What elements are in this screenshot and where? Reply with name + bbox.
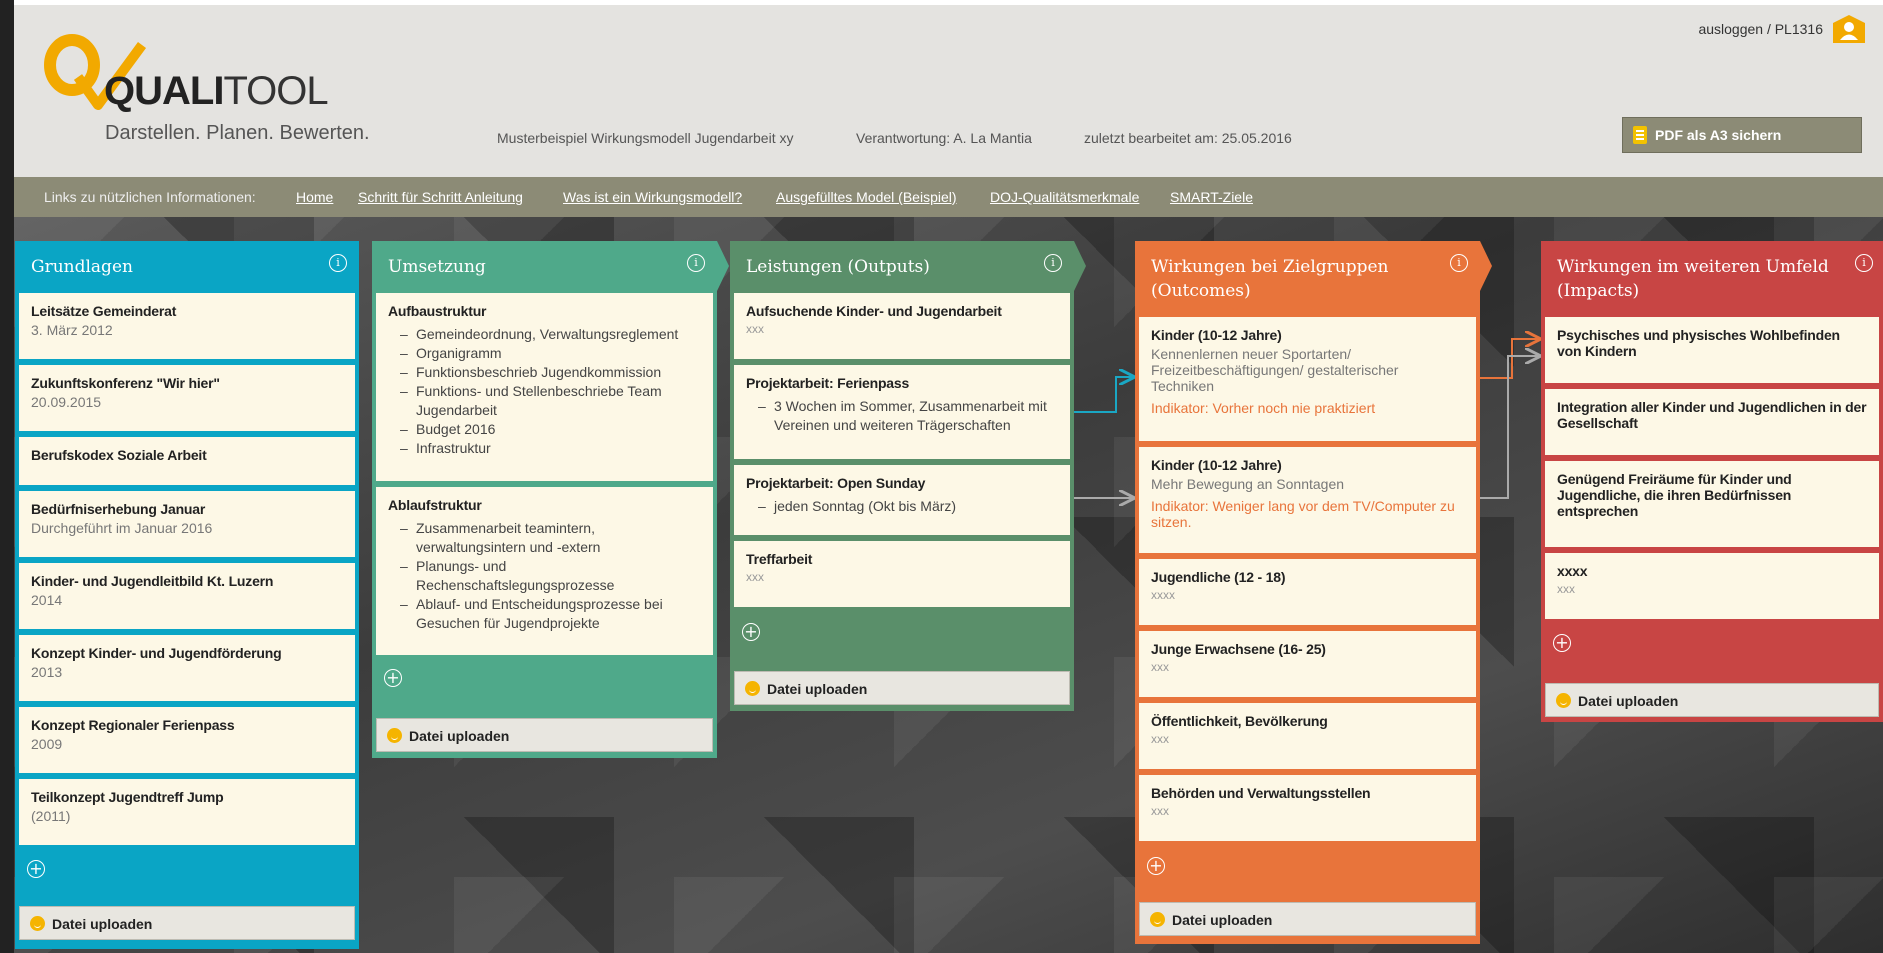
column-title: Grundlagen xyxy=(31,257,133,277)
column-impacts: Wirkungen im weiteren Umfeld (Impacts) i … xyxy=(1541,241,1883,722)
card[interactable]: Psychisches und physisches Wohlbefinden … xyxy=(1545,317,1879,383)
card[interactable]: Öffentlichkeit, Bevölkerung xxx xyxy=(1139,703,1476,769)
column-outcomes: Wirkungen bei Zielgruppen (Outcomes) i Ki… xyxy=(1135,241,1480,944)
card[interactable]: Aufsuchende Kinder- und Jugendarbeit xxx xyxy=(734,293,1070,359)
card[interactable]: Aufbaustruktur Gemeindeordnung, Verwaltu… xyxy=(376,293,713,481)
column-title: Wirkungen bei Zielgruppen (Outcomes) xyxy=(1151,257,1389,301)
info-icon[interactable]: i xyxy=(1450,254,1468,272)
left-edge-strip xyxy=(0,0,14,953)
card[interactable]: Ablaufstruktur Zusammenarbeit teamintern… xyxy=(376,487,713,655)
column-title: Leistungen (Outputs) xyxy=(746,257,930,277)
upload-button[interactable]: Datei uploaden xyxy=(1139,902,1476,936)
column-arrow-tip xyxy=(1074,241,1086,291)
link-anleitung[interactable]: Schritt für Schritt Anleitung xyxy=(358,189,523,205)
last-edited: zuletzt bearbeitet am: 25.05.2016 xyxy=(1084,130,1292,146)
column-title: Wirkungen im weiteren Umfeld (Impacts) xyxy=(1557,257,1829,301)
card[interactable]: Junge Erwachsene (16- 25) xxx xyxy=(1139,631,1476,697)
add-card-icon[interactable]: + xyxy=(384,669,402,687)
card[interactable]: Behörden und Verwaltungsstellen xxx xyxy=(1139,775,1476,841)
column-arrow-tip xyxy=(717,241,729,291)
column-grundlagen: Grundlagen i Leitsätze Gemeinderat 3. Mär… xyxy=(15,241,359,949)
link-home[interactable]: Home xyxy=(296,189,333,205)
card[interactable]: Bedürfniserhebung Januar Durchgeführt im … xyxy=(19,491,355,557)
card[interactable]: Kinder (10-12 Jahre) Mehr Bewegung an Son… xyxy=(1139,447,1476,553)
link-bar-intro: Links zu nützlichen Informationen: xyxy=(44,189,256,205)
smiley-icon xyxy=(1150,912,1165,927)
logo-wordmark: QUALITOOL xyxy=(104,69,329,113)
column-umsetzung: Umsetzung i Aufbaustruktur Gemeindeordnu… xyxy=(372,241,717,758)
column-header: Umsetzung i xyxy=(372,241,717,291)
card[interactable]: Projektarbeit: Open Sundayjeden Sonntag … xyxy=(734,465,1070,535)
column-arrow-tip xyxy=(1480,241,1492,291)
card[interactable]: Teilkonzept Jugendtreff Jump (2011) xyxy=(19,779,355,845)
project-title: Musterbeispiel Wirkungsmodell Jugendarbe… xyxy=(497,130,794,146)
card[interactable]: Kinder (10-12 Jahre) Kennenlernen neuer S… xyxy=(1139,317,1476,441)
card[interactable]: Konzept Kinder- und Jugendförderung 2013 xyxy=(19,635,355,701)
column-header: Grundlagen i xyxy=(15,241,359,291)
column-leistungen: Leistungen (Outputs) i Aufsuchende Kinde… xyxy=(730,241,1074,711)
card[interactable]: Zukunftskonferenz "Wir hier" 20.09.2015 xyxy=(19,365,355,431)
column-header: Wirkungen bei Zielgruppen (Outcomes) i xyxy=(1135,241,1480,313)
column-header: Wirkungen im weiteren Umfeld (Impacts) i xyxy=(1541,241,1883,313)
column-title: Umsetzung xyxy=(388,257,486,277)
card[interactable]: Genügend Freiräume für Kinder und Jugend… xyxy=(1545,461,1879,547)
card[interactable]: Leitsätze Gemeinderat 3. März 2012 xyxy=(19,293,355,359)
card[interactable]: Integration aller Kinder und Jugendliche… xyxy=(1545,389,1879,455)
link-doj-qualitaet[interactable]: DOJ-Qualitätsmerkmale xyxy=(990,189,1139,205)
info-icon[interactable]: i xyxy=(329,254,347,272)
logout-link[interactable]: ausloggen / PL1316 xyxy=(1698,21,1823,37)
tagline: Darstellen. Planen. Bewerten. xyxy=(105,122,370,144)
link-bar: Links zu nützlichen Informationen: Home … xyxy=(14,177,1883,217)
smiley-icon xyxy=(1556,693,1571,708)
card[interactable]: Jugendliche (12 - 18) xxxx xyxy=(1139,559,1476,625)
smiley-icon xyxy=(30,916,45,931)
add-card-icon[interactable]: + xyxy=(27,860,45,878)
link-smart-ziele[interactable]: SMART-Ziele xyxy=(1170,189,1253,205)
card[interactable]: xxxx xxx xyxy=(1545,553,1879,619)
upload-button[interactable]: Datei uploaden xyxy=(19,906,355,940)
card[interactable]: Projektarbeit: Ferienpass3 Wochen im Som… xyxy=(734,365,1070,459)
smiley-icon xyxy=(745,681,760,696)
card[interactable]: Kinder- und Jugendleitbild Kt. Luzern 201… xyxy=(19,563,355,629)
link-beispiel[interactable]: Ausgefülltes Model (Beispiel) xyxy=(776,189,957,205)
info-icon[interactable]: i xyxy=(687,254,705,272)
link-wirkungsmodell[interactable]: Was ist ein Wirkungsmodell? xyxy=(563,189,742,205)
card[interactable]: Konzept Regionaler Ferienpass 2009 xyxy=(19,707,355,773)
add-card-icon[interactable]: + xyxy=(1553,634,1571,652)
upload-button[interactable]: Datei uploaden xyxy=(1545,683,1879,717)
upload-button[interactable]: Datei uploaden xyxy=(734,671,1070,705)
add-card-icon[interactable]: + xyxy=(742,623,760,641)
card[interactable]: Berufskodex Soziale Arbeit xyxy=(19,437,355,485)
info-icon[interactable]: i xyxy=(1855,254,1873,272)
add-card-icon[interactable]: + xyxy=(1147,857,1165,875)
document-icon xyxy=(1633,126,1647,144)
user-icon[interactable] xyxy=(1833,15,1865,43)
upload-button[interactable]: Datei uploaden xyxy=(376,718,713,752)
smiley-icon xyxy=(387,728,402,743)
column-header: Leistungen (Outputs) i xyxy=(730,241,1074,291)
card[interactable]: Treffarbeit xxx xyxy=(734,541,1070,607)
header: QUALITOOL Darstellen. Planen. Bewerten. … xyxy=(14,5,1883,177)
info-icon[interactable]: i xyxy=(1044,254,1062,272)
responsible-person: Verantwortung: A. La Mantia xyxy=(856,130,1032,146)
save-pdf-button[interactable]: PDF als A3 sichern xyxy=(1622,117,1862,153)
